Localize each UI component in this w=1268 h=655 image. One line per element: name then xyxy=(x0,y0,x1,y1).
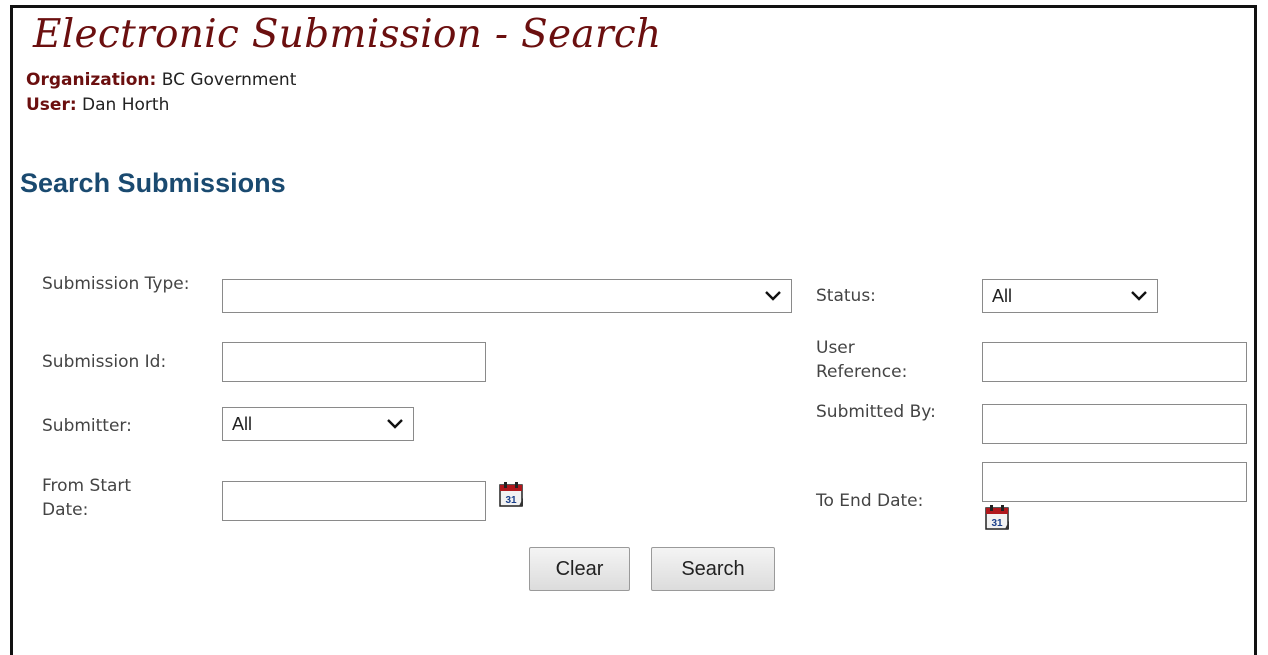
user-line: User: Dan Horth xyxy=(26,95,169,115)
clear-button[interactable]: Clear xyxy=(529,547,630,591)
submitted-by-input[interactable] xyxy=(982,404,1247,444)
submission-type-label: Submission Type: xyxy=(42,274,190,294)
organization-value: BC Government xyxy=(156,70,297,90)
calendar-icon[interactable]: 31 xyxy=(497,480,525,508)
section-title: Search Submissions xyxy=(20,168,286,198)
status-label: Status: xyxy=(816,286,876,306)
chevron-down-icon xyxy=(387,419,403,429)
calendar-icon[interactable]: 31 xyxy=(983,503,1011,531)
search-button[interactable]: Search xyxy=(651,547,775,591)
from-start-date-input[interactable] xyxy=(222,481,486,521)
page-frame xyxy=(10,5,1257,655)
submission-id-label: Submission Id: xyxy=(42,352,167,372)
to-end-date-input[interactable] xyxy=(982,462,1247,502)
status-value: All xyxy=(992,286,1013,306)
organization-label: Organization: xyxy=(26,70,157,90)
submitter-label: Submitter: xyxy=(42,416,132,436)
status-select[interactable]: All xyxy=(982,279,1158,313)
chevron-down-icon xyxy=(1131,291,1147,301)
submission-id-input[interactable] xyxy=(222,342,486,382)
chevron-down-icon xyxy=(765,291,781,301)
svg-text:31: 31 xyxy=(991,518,1003,529)
user-reference-label: User Reference: xyxy=(816,338,908,382)
submitted-by-label: Submitted By: xyxy=(816,402,936,422)
user-value: Dan Horth xyxy=(76,95,170,115)
submitter-select[interactable]: All xyxy=(222,407,414,441)
to-end-date-label: To End Date: xyxy=(816,491,924,511)
svg-text:31: 31 xyxy=(505,495,517,506)
submitter-value: All xyxy=(232,414,253,434)
organization-line: Organization: BC Government xyxy=(26,70,296,90)
from-start-date-label: From Start Date: xyxy=(42,476,132,520)
user-label: User: xyxy=(26,95,77,115)
user-reference-input[interactable] xyxy=(982,342,1247,382)
page-title: Electronic Submission - Search xyxy=(33,12,662,57)
submission-type-select[interactable] xyxy=(222,279,792,313)
